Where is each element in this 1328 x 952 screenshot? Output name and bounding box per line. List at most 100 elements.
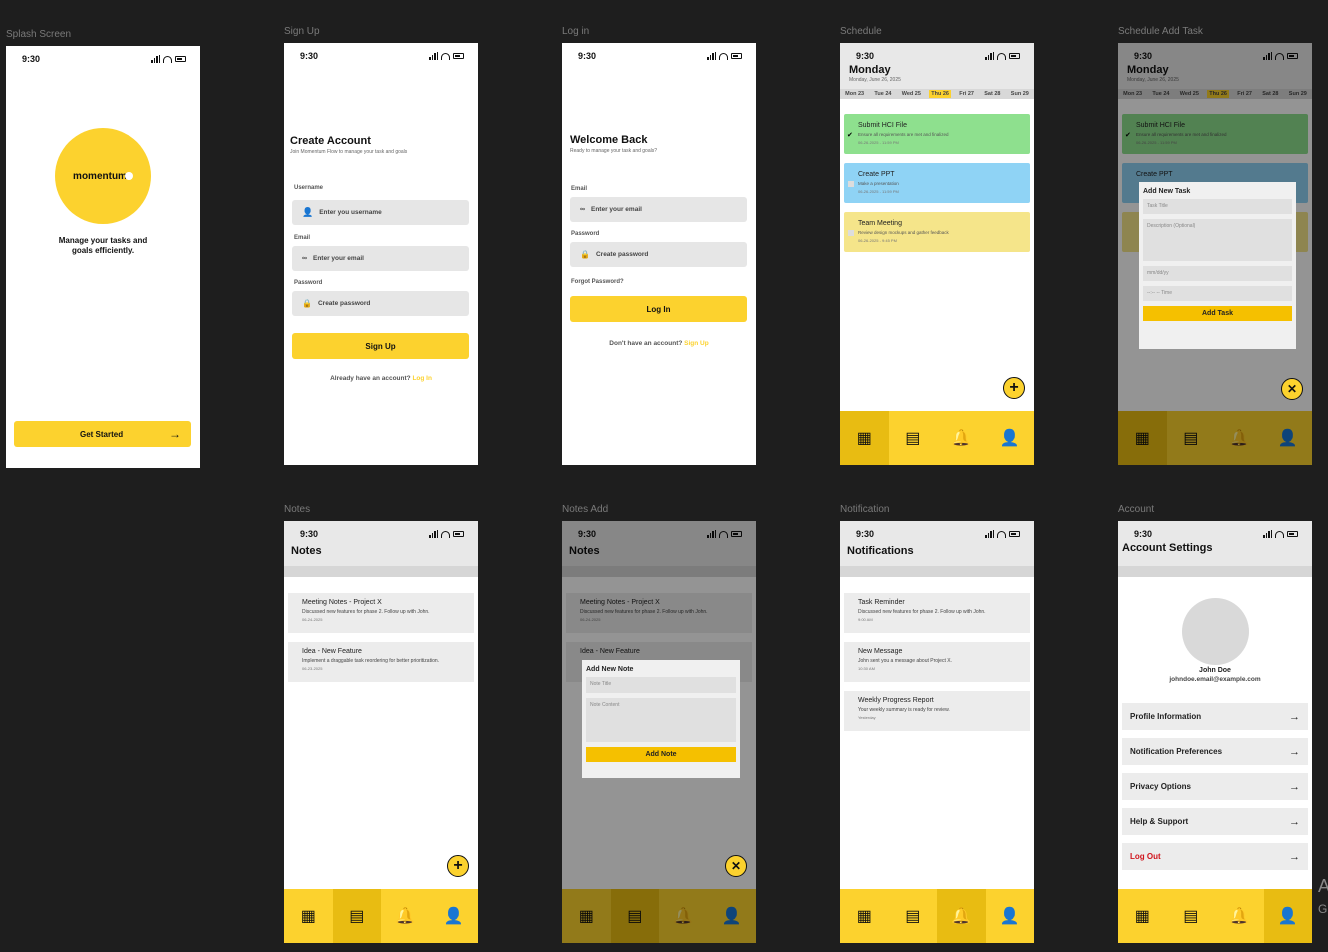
email-label: Email bbox=[294, 235, 311, 241]
page-title: Notes bbox=[291, 545, 322, 557]
email-field[interactable]: ∞ Enter your email bbox=[292, 246, 469, 271]
signal-icon bbox=[429, 52, 438, 60]
username-field[interactable]: 👤 Enter you username bbox=[292, 200, 469, 225]
tab-account[interactable]: 👤 bbox=[986, 411, 1035, 465]
battery-icon bbox=[453, 531, 464, 537]
bell-icon: 🔔 bbox=[1229, 908, 1250, 925]
notification-preferences-row[interactable]: Notification Preferences → bbox=[1122, 738, 1308, 765]
tab-notifications[interactable]: 🔔 bbox=[937, 889, 986, 943]
day-mon[interactable]: Mon 23 bbox=[843, 90, 866, 98]
tab-notes[interactable]: ▤ bbox=[889, 411, 938, 465]
avatar[interactable] bbox=[1182, 598, 1249, 665]
notes-add-screen: 9:30 Notes Meeting Notes - Project X Dis… bbox=[562, 521, 756, 943]
task-card[interactable]: Submit HCI File Ensure all requirements … bbox=[844, 114, 1030, 154]
tab-notes[interactable]: ▤ bbox=[889, 889, 938, 943]
email-field[interactable]: ∞ Enter your email bbox=[570, 197, 747, 222]
login-link[interactable]: Log In bbox=[412, 375, 432, 382]
day-thu[interactable]: Thu 26 bbox=[929, 90, 951, 98]
privacy-options-row[interactable]: Privacy Options → bbox=[1122, 773, 1308, 800]
task-card[interactable]: Team Meeting Review design mockups and g… bbox=[844, 212, 1030, 252]
calendar-icon: ▦ bbox=[856, 908, 872, 925]
plus-icon: + bbox=[1009, 379, 1019, 396]
add-note-submit-button[interactable]: Add Note bbox=[586, 747, 736, 762]
task-title-input[interactable]: Task Title bbox=[1143, 199, 1292, 214]
lock-icon: 🔒 bbox=[580, 250, 590, 259]
add-task-button[interactable]: + bbox=[1003, 377, 1025, 399]
add-task-submit-button[interactable]: Add Task bbox=[1143, 306, 1292, 321]
tab-notifications[interactable]: 🔔 bbox=[1215, 889, 1264, 943]
schedule-screen: 9:30 Monday Monday, June 26, 2025 Mon 23… bbox=[840, 43, 1034, 465]
login-prompt: Already have an account? Log In bbox=[330, 375, 432, 382]
tab-schedule[interactable]: ▦ bbox=[840, 411, 889, 465]
day-fri[interactable]: Fri 27 bbox=[957, 90, 976, 98]
add-note-button[interactable]: + bbox=[447, 855, 469, 877]
tab-account[interactable]: 👤 bbox=[986, 889, 1035, 943]
day-sun[interactable]: Sun 29 bbox=[1009, 90, 1031, 98]
note-title-input[interactable]: Note Title bbox=[586, 677, 736, 693]
email-label: Email bbox=[571, 186, 588, 192]
plus-icon: + bbox=[453, 857, 463, 874]
person-icon: 👤 bbox=[999, 908, 1020, 925]
checkbox[interactable] bbox=[848, 230, 854, 236]
help-support-row[interactable]: Help & Support → bbox=[1122, 808, 1308, 835]
tab-schedule[interactable]: ▦ bbox=[284, 889, 333, 943]
tab-account[interactable]: 👤 bbox=[1263, 889, 1312, 943]
tab-notifications[interactable]: 🔔 bbox=[937, 411, 986, 465]
app-logo: momentum bbox=[55, 128, 151, 224]
battery-icon bbox=[453, 53, 464, 59]
notebook-icon: ▤ bbox=[905, 430, 921, 447]
tab-schedule[interactable]: ▦ bbox=[840, 889, 889, 943]
close-modal-button[interactable]: ✕ bbox=[725, 855, 747, 877]
checkbox[interactable] bbox=[848, 181, 854, 187]
page-title: Welcome Back bbox=[570, 134, 648, 146]
day-wed[interactable]: Wed 25 bbox=[900, 90, 923, 98]
notebook-icon: ▤ bbox=[1183, 908, 1199, 925]
signal-icon bbox=[707, 52, 716, 60]
profile-information-row[interactable]: Profile Information → bbox=[1122, 703, 1308, 730]
notification-item[interactable]: Task Reminder Discussed new features for… bbox=[844, 593, 1030, 633]
signal-icon bbox=[1263, 530, 1272, 538]
frame-label-notification: Notification bbox=[840, 504, 890, 515]
notebook-icon: ▤ bbox=[349, 908, 365, 925]
page-subtitle: Join Momentum Flow to manage your task a… bbox=[290, 149, 408, 155]
login-button[interactable]: Log In bbox=[570, 296, 747, 322]
modal-title: Add New Note bbox=[586, 666, 634, 673]
note-item[interactable]: Meeting Notes - Project X Discussed new … bbox=[288, 593, 474, 633]
battery-icon bbox=[1287, 531, 1298, 537]
notes-screen: 9:30 Notes Meeting Notes - Project X Dis… bbox=[284, 521, 478, 943]
get-started-button[interactable]: Get Started → bbox=[14, 421, 191, 447]
tab-notes[interactable]: ▤ bbox=[1167, 889, 1216, 943]
note-content-input[interactable]: Note Content bbox=[586, 698, 736, 742]
day-sat[interactable]: Sat 28 bbox=[982, 90, 1002, 98]
splash-tagline: Manage your tasks and goals efficiently. bbox=[58, 236, 148, 255]
check-icon[interactable]: ✔ bbox=[847, 131, 853, 139]
signup-button[interactable]: Sign Up bbox=[292, 333, 469, 359]
password-label: Password bbox=[294, 280, 323, 286]
logo-text: momentum bbox=[73, 170, 127, 182]
tab-notes[interactable]: ▤ bbox=[332, 889, 381, 943]
battery-icon bbox=[1009, 53, 1020, 59]
signup-link[interactable]: Sign Up bbox=[684, 340, 709, 347]
status-bar: 9:30 bbox=[840, 521, 1034, 547]
notification-item[interactable]: Weekly Progress Report Your weekly summa… bbox=[844, 691, 1030, 731]
calendar-icon: ▦ bbox=[1134, 908, 1150, 925]
tab-notifications[interactable]: 🔔 bbox=[381, 889, 430, 943]
note-item[interactable]: Idea - New Feature Implement a draggable… bbox=[288, 642, 474, 682]
tab-schedule[interactable]: ▦ bbox=[1118, 889, 1167, 943]
close-modal-button[interactable]: ✕ bbox=[1281, 378, 1303, 400]
task-time-input[interactable]: --:-- -- Time bbox=[1143, 286, 1292, 301]
tab-account[interactable]: 👤 bbox=[430, 889, 479, 943]
forgot-password-link[interactable]: Forgot Password? bbox=[571, 279, 624, 285]
username-label: Username bbox=[294, 185, 324, 191]
page-title: Create Account bbox=[290, 135, 371, 147]
password-field[interactable]: 🔒 Create password bbox=[292, 291, 469, 316]
task-date-input[interactable]: mm/dd/yy bbox=[1143, 266, 1292, 281]
frame-label-schedule: Schedule bbox=[840, 26, 882, 37]
password-field[interactable]: 🔒 Create password bbox=[570, 242, 747, 267]
notification-item[interactable]: New Message John sent you a message abou… bbox=[844, 642, 1030, 682]
arrow-right-icon: → bbox=[1289, 850, 1300, 863]
task-description-input[interactable]: Description (Optional) bbox=[1143, 219, 1292, 261]
task-card[interactable]: Create PPT Make a presentation 06-26-202… bbox=[844, 163, 1030, 203]
logout-row[interactable]: Log Out → bbox=[1122, 843, 1308, 870]
day-tue[interactable]: Tue 24 bbox=[872, 90, 893, 98]
